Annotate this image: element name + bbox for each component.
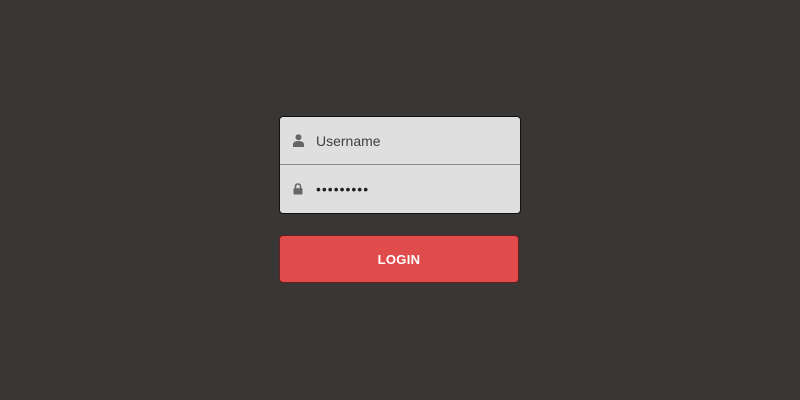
username-input[interactable] <box>316 132 496 149</box>
username-field <box>280 117 520 165</box>
user-icon <box>292 134 304 148</box>
credentials-field-group <box>279 116 521 214</box>
login-button[interactable]: LOGIN <box>279 235 519 283</box>
login-form: LOGIN <box>279 116 521 283</box>
password-input[interactable] <box>316 181 496 197</box>
password-field <box>280 165 520 213</box>
lock-icon <box>292 182 304 196</box>
